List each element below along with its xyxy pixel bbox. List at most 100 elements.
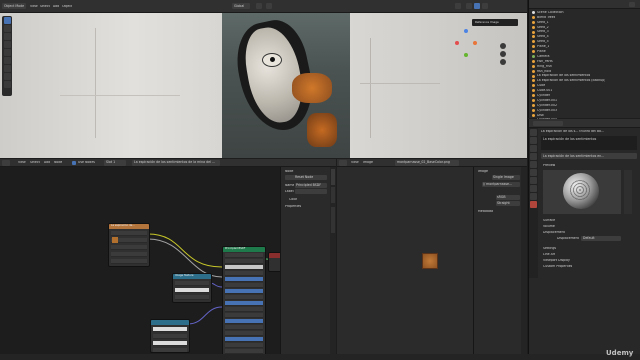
alpha-select[interactable]: Straight (496, 201, 520, 206)
add-cube-tool-icon[interactable] (3, 81, 11, 88)
painting-image (222, 13, 350, 158)
wall-line (370, 38, 371, 138)
image-texture-node[interactable]: La espiración de... (108, 223, 150, 267)
node-header: Principled BSDF (223, 247, 265, 252)
image-canvas[interactable] (337, 167, 473, 360)
navigation-gizmo[interactable] (455, 29, 477, 59)
source-select[interactable]: Single Image (492, 175, 520, 180)
node-canvas[interactable]: La espiración de... Image Texture Princi… (0, 167, 280, 360)
menu-select[interactable]: Select (30, 161, 40, 164)
reset-node-button[interactable]: Reset Node (285, 175, 327, 180)
name-field[interactable]: Principled BSDF (295, 183, 327, 188)
transform-tool-icon[interactable] (3, 57, 11, 64)
cursor-tool-icon[interactable] (3, 25, 11, 32)
camera-icon[interactable] (500, 59, 506, 65)
use-nodes-label: Use Nodes (78, 161, 95, 164)
menu-object[interactable]: Object (62, 5, 72, 8)
measure-tool-icon[interactable] (3, 73, 11, 80)
menu-view[interactable]: View (351, 161, 359, 164)
world-tab-icon[interactable] (530, 161, 537, 168)
properties-section[interactable]: Properties (285, 205, 301, 208)
constraints-tab-icon[interactable] (530, 185, 537, 192)
editor-type-icon[interactable] (2, 160, 10, 166)
section-surface[interactable]: Surface (543, 219, 555, 222)
wall-left (0, 13, 222, 158)
color-toggle[interactable]: Color (289, 198, 297, 201)
node-header (151, 320, 189, 325)
normal-map-node[interactable] (150, 319, 190, 353)
scale-tool-icon[interactable] (3, 49, 11, 56)
render-tab-icon[interactable] (530, 137, 537, 144)
slot-selector[interactable]: Slot 1 (104, 160, 126, 166)
mode-selector[interactable]: Object Mode (2, 3, 26, 9)
image-panel-title: Image (478, 170, 488, 173)
section-viewport-display[interactable]: Viewport Display (543, 259, 570, 262)
shading-solid-icon[interactable] (466, 3, 472, 9)
use-nodes-checkbox[interactable] (72, 161, 76, 165)
rotate-tool-icon[interactable] (3, 41, 11, 48)
editor-type-icon[interactable] (339, 160, 347, 166)
material-tab-icon[interactable] (530, 201, 537, 208)
menu-view[interactable]: View (18, 161, 26, 164)
filter-icon[interactable] (629, 2, 635, 7)
select-tool-icon[interactable] (3, 17, 11, 24)
scene-tab-icon[interactable] (530, 153, 537, 160)
material-preview (543, 170, 621, 214)
sidebar-tabs[interactable] (330, 167, 336, 360)
object-tab-icon[interactable] (530, 169, 537, 176)
node-header (269, 253, 280, 258)
principled-bsdf-node[interactable]: Principled BSDF (222, 246, 266, 360)
displacement-select[interactable]: Default (581, 236, 621, 241)
proportional-icon[interactable] (266, 3, 272, 9)
mapping-node[interactable]: Image Texture (172, 273, 212, 303)
file-path-field[interactable]: // montparnasse... (482, 182, 520, 187)
texture-preview-thumbnail (112, 237, 118, 243)
section-custom-properties[interactable]: Custom Properties (543, 265, 572, 268)
output-tab-icon[interactable] (530, 145, 537, 152)
wall-line (360, 83, 440, 84)
snap-icon[interactable] (256, 3, 262, 9)
tool-shelf (2, 16, 12, 96)
wall-right (350, 13, 527, 158)
material-selector[interactable]: La espiración de los sentimientos de la … (132, 160, 220, 166)
shading-rendered-icon[interactable] (482, 3, 488, 9)
menu-add[interactable]: Add (53, 5, 59, 8)
data-tab-icon[interactable] (530, 193, 537, 200)
menu-view[interactable]: View (30, 5, 38, 8)
material-selector[interactable]: La espiración de los sentimientos en... (541, 153, 637, 159)
label-field[interactable] (295, 189, 327, 194)
section-volume[interactable]: Volume (543, 225, 555, 228)
move-tool-icon[interactable] (3, 33, 11, 40)
tool-tab-icon[interactable] (530, 129, 537, 136)
image-sidebar-tabs[interactable] (521, 167, 527, 360)
zoom-icon[interactable] (500, 43, 506, 49)
section-displacement[interactable]: Displacement (543, 231, 565, 234)
menu-node[interactable]: Node (54, 161, 62, 164)
section-preview[interactable]: Preview (543, 164, 555, 167)
breadcrumb: La espiración de los s... triunfo del Ba… (541, 130, 605, 133)
search-icon[interactable] (533, 121, 563, 126)
material-slot-list[interactable]: La espiración de los sentimientos (541, 136, 637, 150)
section-settings[interactable]: Settings (543, 247, 556, 250)
viewport-canvas[interactable]: Reference Image (0, 13, 527, 158)
overlay-icon[interactable] (455, 3, 461, 9)
section-line-art[interactable]: Line Art (543, 253, 555, 256)
outliner-header (529, 0, 640, 9)
material-output-node[interactable] (268, 252, 280, 272)
node-header: Image Texture (173, 274, 211, 279)
menu-add[interactable]: Add (44, 161, 50, 164)
image-selector[interactable]: montparnasse_02_BaseColor.png (395, 160, 459, 166)
shading-material-icon[interactable] (474, 3, 480, 9)
menu-select[interactable]: Select (40, 5, 50, 8)
color-space-select[interactable]: sRGB (496, 195, 520, 200)
displacement-label: Displacement (557, 237, 579, 240)
pan-icon[interactable] (500, 51, 506, 57)
udemy-watermark: Udemy (606, 349, 634, 357)
transform-orientation[interactable]: Global (232, 3, 250, 9)
metadata-section[interactable]: Metadata (478, 210, 493, 213)
menu-image[interactable]: Image (363, 161, 373, 164)
preview-type-tabs[interactable] (624, 170, 632, 214)
modifier-tab-icon[interactable] (530, 177, 537, 184)
annotate-tool-icon[interactable] (3, 65, 11, 72)
image-sidebar: Image Single Image // montparnasse... sR… (473, 167, 521, 360)
